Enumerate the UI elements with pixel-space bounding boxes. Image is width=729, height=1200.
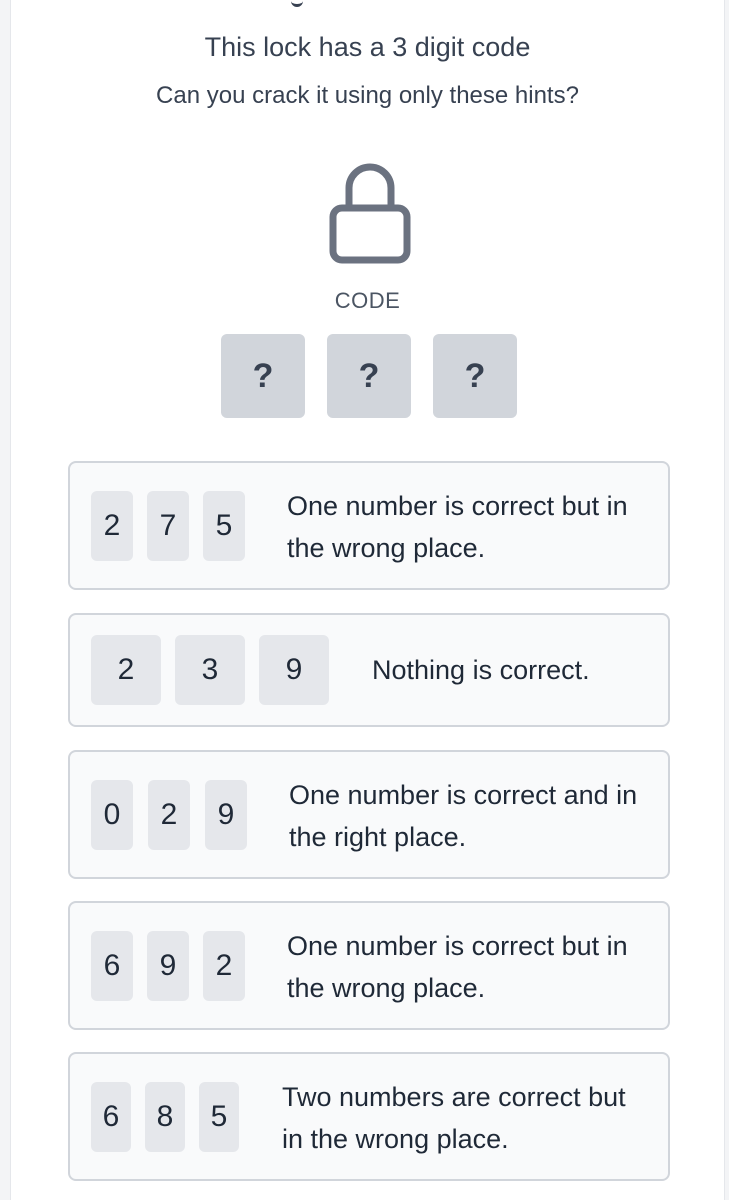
hint-digit: 6: [91, 931, 133, 1001]
code-slot-2[interactable]: ?: [327, 334, 411, 418]
hint-card: 2 3 9 Nothing is correct.: [68, 613, 670, 727]
code-slot-1[interactable]: ?: [221, 334, 305, 418]
hint-digit: 7: [147, 491, 189, 561]
hint-digit: 9: [147, 931, 189, 1001]
top-fragment: [291, 0, 303, 7]
hint-text: Nothing is correct.: [372, 655, 590, 685]
code-slot-3[interactable]: ?: [433, 334, 517, 418]
page-title: This lock has a 3 digit code: [204, 32, 531, 62]
hint-text: Two numbers are correct but in the wrong…: [282, 1082, 626, 1154]
code-label: CODE: [334, 288, 401, 313]
hint-card: 2 7 5 One number is correct but in the w…: [68, 461, 670, 590]
hint-digit: 2: [148, 780, 190, 850]
hint-text: One number is correct but in the wrong p…: [287, 931, 628, 1003]
hint-text: One number is correct but in the wrong p…: [287, 491, 628, 563]
hint-digit: 9: [205, 780, 247, 850]
hint-text: One number is correct and in the right p…: [289, 780, 638, 852]
hint-digit: 5: [199, 1082, 239, 1152]
padlock-icon: [329, 163, 411, 264]
code-row: ? ? ?: [221, 334, 521, 418]
hint-card: 6 9 2 One number is correct but in the w…: [68, 901, 670, 1030]
hint-digit: 0: [91, 780, 133, 850]
hint-digit: 3: [175, 635, 245, 705]
hint-digit: 5: [203, 491, 245, 561]
page-subtitle: Can you crack it using only these hints?: [156, 82, 579, 109]
hint-digit: 2: [91, 491, 133, 561]
hint-digit: 6: [91, 1082, 131, 1152]
hint-card: 0 2 9 One number is correct and in the r…: [68, 750, 670, 879]
hint-digit: 2: [91, 635, 161, 705]
hint-digit: 2: [203, 931, 245, 1001]
hint-digit: 8: [145, 1082, 185, 1152]
hint-digit: 9: [259, 635, 329, 705]
puzzle-page: This lock has a 3 digit code Can you cra…: [10, 0, 725, 1200]
hint-card: 6 8 5 Two numbers are correct but in the…: [68, 1052, 670, 1181]
